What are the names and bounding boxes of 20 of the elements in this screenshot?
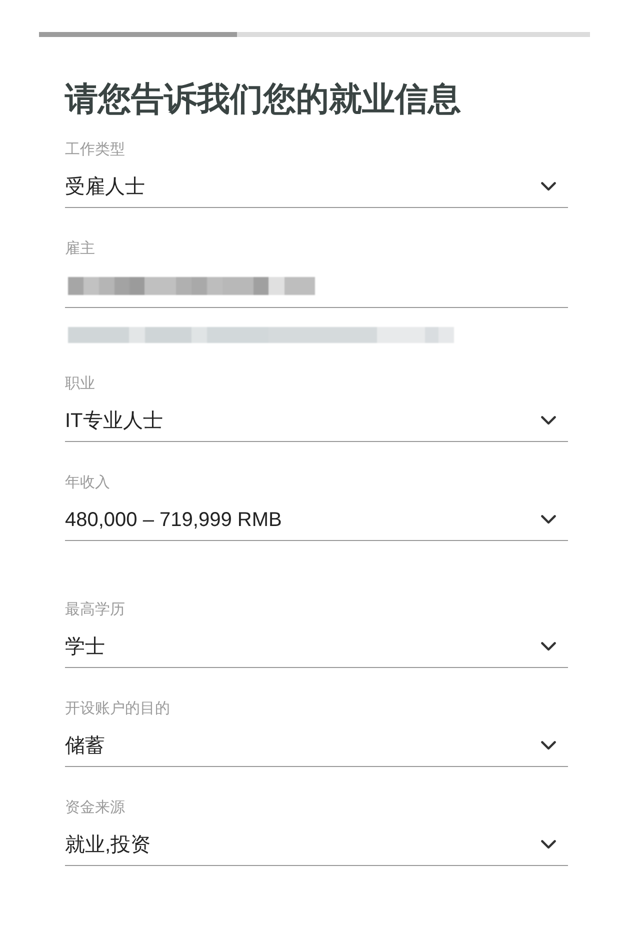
dropdown-field[interactable]: 受雇人士 (65, 160, 568, 208)
field-label: 职业 (65, 374, 95, 394)
field-label: 雇主 (65, 239, 95, 259)
chevron-down-icon (541, 182, 556, 191)
field-label: 年收入 (65, 473, 110, 493)
chevron-down-icon (541, 642, 556, 651)
dropdown-field[interactable]: IT专业人士 (65, 394, 568, 442)
chevron-down-icon (541, 416, 556, 425)
dropdown-field[interactable]: 学士 (65, 620, 568, 668)
dropdown-field[interactable]: 储蓄 (65, 719, 568, 767)
field-label: 资金来源 (65, 798, 125, 818)
chevron-down-icon (541, 840, 556, 849)
dropdown-field[interactable]: 就业,投资 (65, 818, 568, 866)
dropdown-field[interactable]: 480,000 – 719,999 RMB (65, 493, 568, 541)
field-label: 最高学历 (65, 600, 125, 620)
chevron-down-icon (541, 741, 556, 750)
field-label: 开设账户的目的 (65, 699, 170, 719)
field-label: 工作类型 (65, 140, 125, 160)
chevron-down-icon (541, 515, 556, 524)
page-title: 请您告诉我们您的就业信息 (65, 79, 461, 119)
